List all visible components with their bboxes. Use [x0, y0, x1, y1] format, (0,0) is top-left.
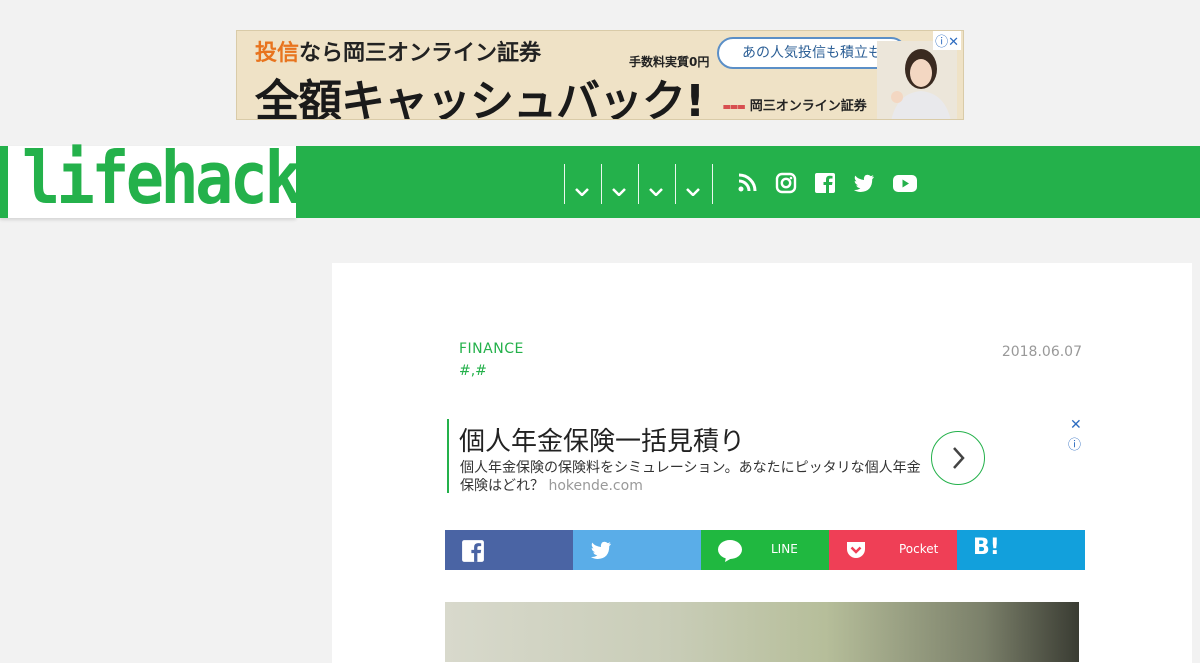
ad-brand: ⩶ 岡三オンライン証券	[723, 99, 867, 114]
chevron-down-icon	[612, 188, 626, 196]
share-pocket-label: Pocket	[899, 542, 939, 556]
twitter-icon[interactable]	[853, 172, 875, 194]
social-links	[736, 172, 917, 194]
youtube-icon[interactable]	[892, 172, 917, 194]
article-card: FINANCE #,# 2018.06.07 個人年金保険一括見積り 個人年金保…	[332, 263, 1192, 663]
inline-text-ad[interactable]: 個人年金保険一括見積り 個人年金保険の保険料をシミュレーション。あなたにピッタリ…	[447, 417, 1089, 494]
ad-choices-icon[interactable]: ⓘ✕	[933, 31, 961, 50]
nav-dropdown-4[interactable]	[675, 164, 713, 204]
share-hatena-button[interactable]: B!	[957, 530, 1085, 570]
site-header: lifehacker	[0, 136, 1200, 220]
nav-dropdown-2[interactable]	[601, 164, 638, 204]
nav-dropdown-3[interactable]	[638, 164, 675, 204]
inline-ad-domain: hokende.com	[548, 478, 643, 494]
share-facebook-button[interactable]	[445, 530, 573, 570]
ad-headline: 投信なら岡三オンライン証券	[255, 41, 542, 66]
nav-dropdown-1[interactable]	[564, 164, 601, 204]
article-date: 2018.06.07	[1001, 344, 1082, 360]
rss-icon[interactable]	[736, 172, 758, 194]
pocket-icon	[847, 542, 865, 558]
chevron-right-icon	[953, 447, 965, 469]
inline-ad-description: 個人年金保険の保険料をシミュレーション。あなたにピッタリな個人年金保険はどれ？ …	[460, 460, 921, 494]
share-line-button[interactable]: LINE	[701, 530, 829, 570]
logo-accent-bar	[0, 146, 8, 218]
inline-ad-title[interactable]: 個人年金保険一括見積り	[459, 421, 745, 458]
facebook-icon	[462, 540, 484, 562]
article-tags[interactable]: #,#	[459, 363, 487, 379]
logo-container[interactable]: lifehacker	[0, 136, 372, 220]
inline-ad-go-button[interactable]	[931, 431, 985, 485]
share-bar: LINE Pocket B!	[445, 530, 1085, 570]
instagram-icon[interactable]	[775, 172, 797, 194]
hatena-bookmark-icon: B!	[973, 535, 1000, 560]
top-banner-ad[interactable]: 投信なら岡三オンライン証券 全額キャッシュバック! 手数料実質0円 あの人気投信…	[236, 30, 964, 120]
ad-fee-label: 手数料実質0円	[629, 55, 710, 69]
ad-person-image	[877, 41, 957, 119]
article-hero-image	[445, 602, 1079, 662]
chevron-down-icon	[575, 188, 589, 196]
nav-bar	[296, 146, 1200, 218]
nav-dropdowns	[564, 164, 713, 204]
chevron-down-icon	[649, 188, 663, 196]
chevron-down-icon	[686, 188, 700, 196]
article-category[interactable]: FINANCE	[459, 341, 524, 357]
twitter-icon	[590, 541, 612, 559]
share-line-label: LINE	[771, 542, 798, 556]
inline-ad-info-icon[interactable]: ⓘ	[1068, 434, 1081, 453]
inline-ad-close-icon[interactable]: ✕	[1070, 417, 1082, 433]
facebook-icon[interactable]	[814, 172, 836, 194]
share-twitter-button[interactable]	[573, 530, 701, 570]
ad-main-copy: 全額キャッシュバック!	[255, 76, 705, 120]
share-pocket-button[interactable]: Pocket	[829, 530, 957, 570]
line-icon	[718, 540, 742, 562]
